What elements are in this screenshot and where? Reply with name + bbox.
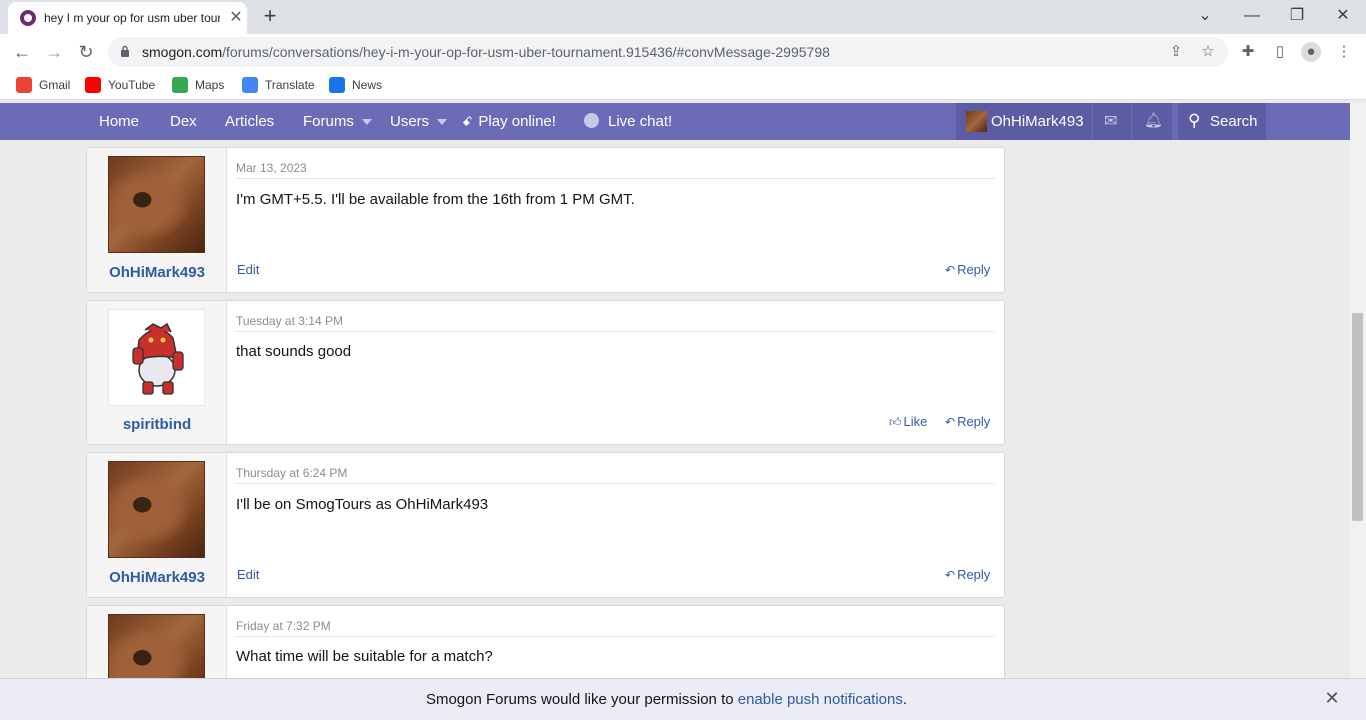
nav-forums[interactable]: Forums xyxy=(303,113,372,130)
message-body: I'm GMT+5.5. I'll be available from the … xyxy=(236,191,635,208)
url-text: smogon.com/forums/conversations/hey-i-m-… xyxy=(142,44,830,60)
message: OhHiMark493 Mar 13, 2023 I'm GMT+5.5. I'… xyxy=(86,147,1005,293)
site-nav: Home Dex Articles Forums Users ꗃ Play onl… xyxy=(0,103,1350,140)
play-icon: ꗃ xyxy=(462,114,473,129)
bookmark-star-icon[interactable]: ☆ xyxy=(1199,43,1217,61)
reply-link[interactable]: ↶ Reply xyxy=(945,414,990,429)
message: spiritbind Tuesday at 3:14 PM that sound… xyxy=(86,300,1005,445)
browser-tab[interactable]: hey I m your op for usm uber tournament … xyxy=(8,2,247,34)
search-button[interactable]: ⚲ Search xyxy=(1178,103,1266,140)
reload-icon[interactable]: ↻ xyxy=(72,38,100,66)
bookmark-news[interactable]: News xyxy=(329,76,382,94)
minimize-button[interactable]: — xyxy=(1240,4,1264,28)
address-bar[interactable]: smogon.com/forums/conversations/hey-i-m-… xyxy=(108,37,1228,67)
avatar[interactable] xyxy=(108,309,205,406)
nav-articles[interactable]: Articles xyxy=(225,113,274,130)
chevron-down-icon xyxy=(437,119,448,126)
bookmark-maps[interactable]: Maps xyxy=(172,76,224,94)
message-date[interactable]: Mar 13, 2023 xyxy=(236,161,307,175)
tab-title: hey I m your op for usm uber tournament xyxy=(44,11,220,25)
nav-play-online[interactable]: ꗃ Play online! xyxy=(462,113,556,130)
restore-button[interactable]: ❐ xyxy=(1285,4,1309,28)
username[interactable]: spiritbind xyxy=(87,416,227,433)
message-body: What time will be suitable for a match? xyxy=(236,648,493,665)
new-tab-button[interactable]: + xyxy=(258,4,282,28)
reply-icon: ↶ xyxy=(945,263,956,277)
message-date[interactable]: Tuesday at 3:14 PM xyxy=(236,314,343,328)
reply-icon: ↶ xyxy=(945,415,956,429)
close-icon[interactable]: ✕ xyxy=(1322,688,1342,708)
username[interactable]: OhHiMark493 xyxy=(87,569,227,586)
message-user-panel: OhHiMark493 xyxy=(87,453,227,597)
maps-icon xyxy=(172,77,188,93)
chevron-down-icon xyxy=(361,119,372,126)
edit-link[interactable]: Edit xyxy=(237,567,259,582)
extensions-puzzle-icon[interactable]: ✚ xyxy=(1238,42,1258,62)
divider xyxy=(236,178,995,179)
pokemon-sprite-icon xyxy=(132,322,184,395)
message: OhHiMark493 Thursday at 6:24 PM I'll be … xyxy=(86,452,1005,598)
envelope-icon: ✉ xyxy=(1104,113,1118,130)
side-panel-icon[interactable]: ▯ xyxy=(1270,42,1290,62)
reply-link[interactable]: ↶ Reply xyxy=(945,567,990,582)
message-date[interactable]: Thursday at 6:24 PM xyxy=(236,466,347,480)
nav-users[interactable]: Users xyxy=(390,113,448,130)
message-user-panel: spiritbind xyxy=(87,301,227,444)
conversations-button[interactable]: ✉ xyxy=(1093,103,1131,140)
message-user-panel: OhHiMark493 xyxy=(87,148,227,292)
username[interactable]: OhHiMark493 xyxy=(87,264,227,281)
message-date[interactable]: Friday at 7:32 PM xyxy=(236,619,331,633)
thumbs-up-icon: 👍︎ xyxy=(889,415,902,429)
divider xyxy=(236,483,995,484)
close-window-button[interactable]: ✕ xyxy=(1331,4,1355,28)
smogon-favicon-icon xyxy=(20,10,36,26)
browser-toolbar: ← → ↻ smogon.com/forums/conversations/he… xyxy=(0,34,1366,70)
account-button[interactable]: OhHiMark493 xyxy=(956,103,1092,140)
account-avatar xyxy=(966,111,987,132)
nav-live-chat[interactable]: Live chat! xyxy=(584,113,672,130)
alerts-button[interactable]: 🔔︎ xyxy=(1132,103,1172,140)
message-body: that sounds good xyxy=(236,343,352,360)
avatar[interactable] xyxy=(108,156,205,253)
forward-arrow-icon[interactable]: → xyxy=(40,38,68,66)
tab-strip: hey I m your op for usm uber tournament … xyxy=(0,0,1366,34)
avatar[interactable] xyxy=(108,461,205,558)
bookmarks-bar: Gmail YouTube Maps Translate News xyxy=(0,70,1366,100)
lock-icon xyxy=(121,45,129,57)
scrollbar-thumb[interactable] xyxy=(1352,313,1363,521)
tab-close-icon[interactable]: ✕ xyxy=(226,8,246,28)
bookmark-gmail[interactable]: Gmail xyxy=(16,76,70,94)
menu-kebab-icon[interactable]: ⋮ xyxy=(1334,42,1354,62)
bookmark-youtube[interactable]: YouTube xyxy=(85,76,155,94)
search-icon: ⚲ xyxy=(1188,111,1201,130)
reply-link[interactable]: ↶ Reply xyxy=(945,262,990,277)
bell-icon: 🔔︎ xyxy=(1144,112,1164,129)
message-body: I'll be on SmogTours as OhHiMark493 xyxy=(236,496,489,513)
nav-dex[interactable]: Dex xyxy=(170,113,197,130)
edit-link[interactable]: Edit xyxy=(237,262,259,277)
push-notification-banner: Smogon Forums would like your permission… xyxy=(0,678,1366,720)
news-icon xyxy=(329,77,345,93)
enable-push-link[interactable]: enable push notifications xyxy=(738,691,903,708)
like-link[interactable]: 👍︎ Like xyxy=(889,414,927,430)
back-arrow-icon[interactable]: ← xyxy=(8,38,36,66)
translate-icon xyxy=(242,77,258,93)
divider xyxy=(236,636,995,637)
discord-icon xyxy=(584,113,599,128)
share-icon[interactable]: ⇪ xyxy=(1167,43,1185,61)
nav-home[interactable]: Home xyxy=(99,113,139,130)
reply-icon: ↶ xyxy=(945,568,956,582)
bookmark-translate[interactable]: Translate xyxy=(242,76,315,94)
tab-search-chevron-icon[interactable]: ⌄ xyxy=(1193,4,1217,28)
gmail-icon xyxy=(16,77,32,93)
profile-avatar-icon[interactable]: ● xyxy=(1301,42,1321,62)
push-text: Smogon Forums would like your permission… xyxy=(425,691,734,708)
youtube-icon xyxy=(85,77,101,93)
divider xyxy=(236,331,995,332)
